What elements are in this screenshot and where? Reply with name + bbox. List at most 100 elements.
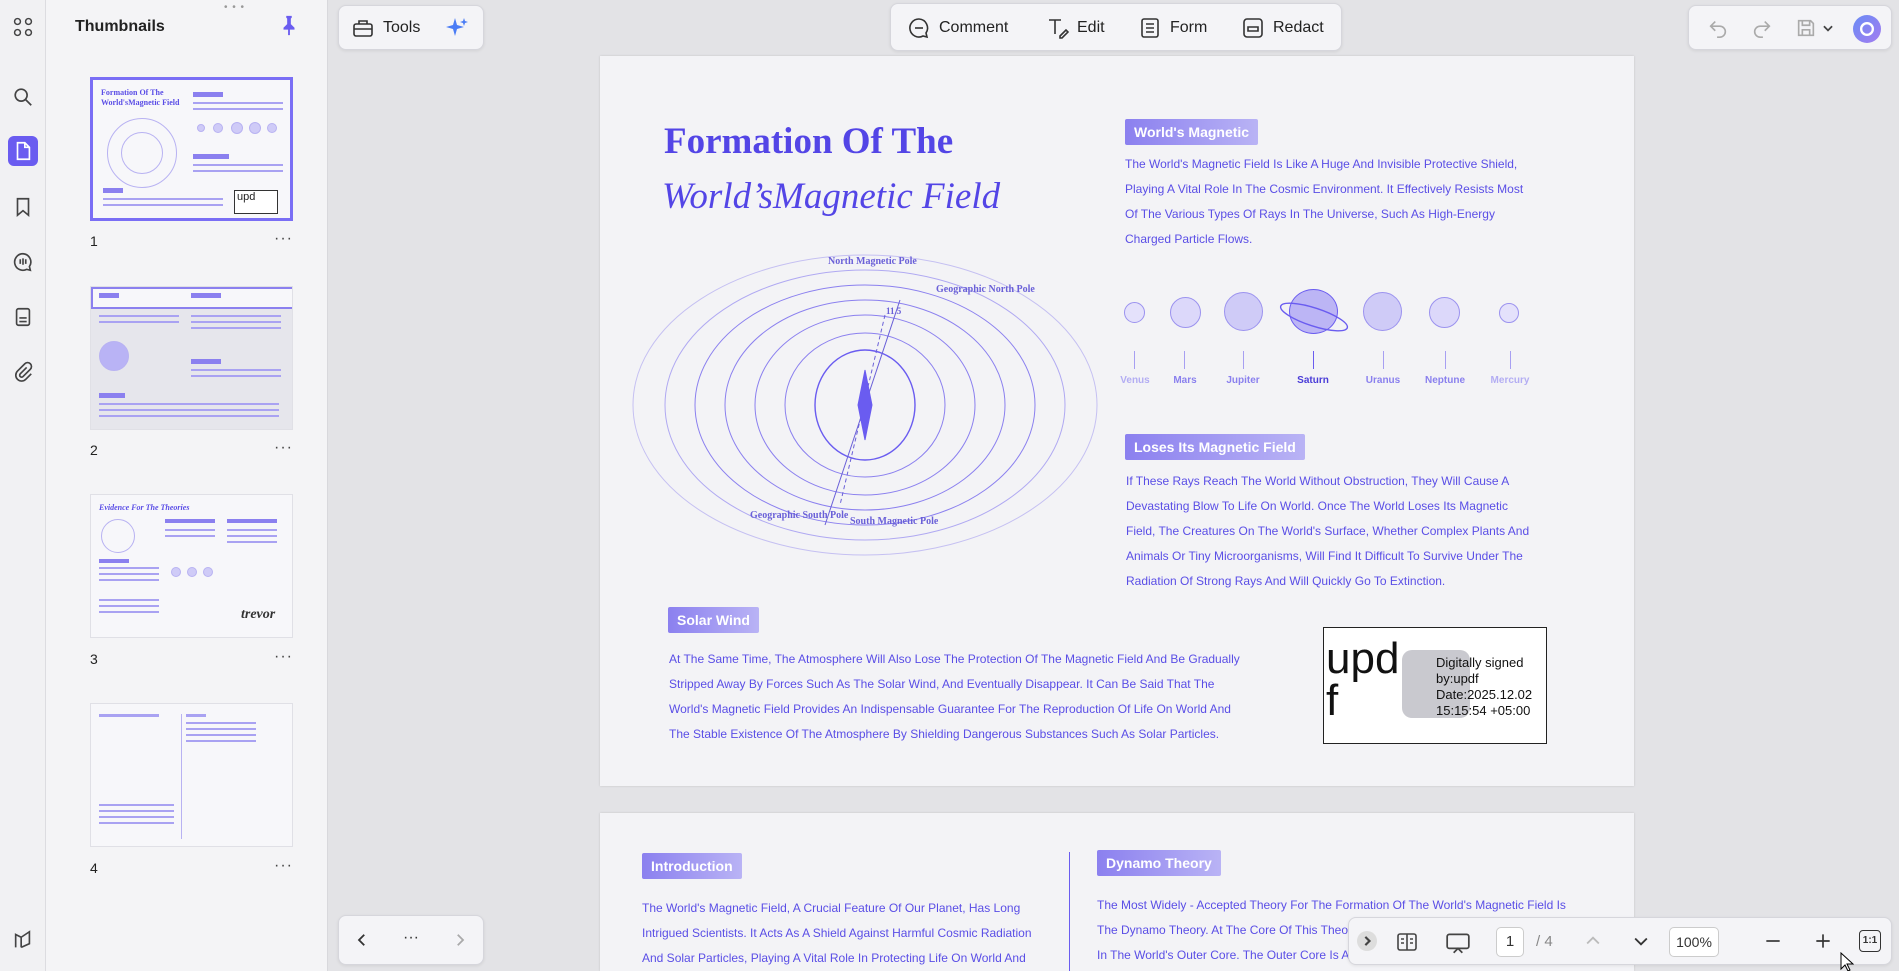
paragraph-introduction: The World's Magnetic Field, A Crucial Fe… <box>642 896 1062 971</box>
chevron-left-icon[interactable] <box>353 931 371 949</box>
planet-neptune <box>1429 297 1460 328</box>
edit-modes-toolbar: Comment Edit Form Redact <box>890 3 1342 51</box>
chevron-right-icon[interactable] <box>451 931 469 949</box>
section-tag-dynamo-theory: Dynamo Theory <box>1097 850 1221 876</box>
comment-label: Comment <box>939 19 1009 36</box>
thumbnail-page-number: 2 <box>90 442 98 458</box>
signature-details: Digitally signed by:updf Date:2025.12.02… <box>1436 655 1533 718</box>
edit-button[interactable]: Edit <box>1045 16 1105 40</box>
thumbnail-nav-more-button[interactable]: ··· <box>403 929 419 947</box>
save-icon[interactable] <box>1795 17 1817 39</box>
thumbnail-page-4[interactable] <box>90 703 293 847</box>
history-toolbar <box>1688 5 1892 50</box>
text-line: The Most Widely - Accepted Theory For Th… <box>1097 898 1566 912</box>
mouse-cursor-icon <box>1840 952 1854 971</box>
total-pages: / 4 <box>1536 933 1553 950</box>
geographic-south-pole-label: Geographic South Pole <box>750 510 849 521</box>
presentation-icon[interactable] <box>1445 930 1471 954</box>
text-line: And Solar Particles, Playing A Vital Rol… <box>642 951 1026 965</box>
apps-grid-icon[interactable] <box>8 12 38 42</box>
planet-label: Neptune <box>1425 375 1465 386</box>
layers-icon[interactable] <box>8 925 38 955</box>
thumbnail-title: Evidence For The Theories <box>99 503 190 512</box>
zoom-in-icon[interactable] <box>1813 931 1833 951</box>
text-line: Stripped Away By Forces Such As The Sola… <box>669 677 1215 691</box>
tools-button[interactable]: Tools <box>351 16 420 40</box>
form-icon <box>1141 18 1159 38</box>
pin-icon[interactable] <box>278 14 300 36</box>
thumbnail-signature: trevor <box>241 607 276 622</box>
saturn-ring <box>1279 302 1349 332</box>
page-zoom-toolbar: 1 / 4 100% 1:1 <box>1348 917 1892 965</box>
thumbnails-page-icon[interactable] <box>8 136 38 166</box>
comments-icon[interactable] <box>8 247 38 277</box>
thumbnail-page-number: 3 <box>90 651 98 667</box>
planet-label: Saturn <box>1297 375 1329 386</box>
section-tag-introduction: Introduction <box>642 853 742 879</box>
thumbnail-page-1[interactable]: Formation Of The World'sMagnetic Field u… <box>90 77 293 221</box>
zoom-out-icon[interactable] <box>1763 931 1783 951</box>
redo-icon[interactable] <box>1751 17 1773 39</box>
planet-venus <box>1124 302 1145 323</box>
section-tag-worlds-magnetic: World's Magnetic <box>1125 119 1259 145</box>
thumbnail-more-button[interactable]: ··· <box>274 439 293 457</box>
section-tag-solar-wind: Solar Wind <box>668 607 759 633</box>
ai-assistant-button[interactable] <box>445 16 469 40</box>
doc-title-line-1: Formation Of The <box>664 121 954 162</box>
text-line: Animals Or Tiny Microorganisms, Will Fin… <box>1126 549 1523 563</box>
text-line: The World's Magnetic Field Is Like A Hug… <box>1125 157 1518 171</box>
digital-signature-field[interactable]: upd f Digitally signed by:updf Date:2025… <box>1323 627 1547 744</box>
actual-size-button[interactable]: 1:1 <box>1859 930 1881 952</box>
thumbnail-more-button[interactable]: ··· <box>274 648 293 666</box>
thumbnail-page-2[interactable] <box>90 286 293 430</box>
search-icon[interactable] <box>8 82 38 112</box>
comment-icon <box>909 18 929 39</box>
comment-button[interactable]: Comment <box>907 16 1008 40</box>
text-line: Devastating Blow To Life On World. Once … <box>1126 499 1508 513</box>
collapse-arrow-icon[interactable] <box>1357 931 1377 951</box>
planet-label: Jupiter <box>1226 375 1260 386</box>
tools-label: Tools <box>383 19 421 36</box>
signature-name: upd f <box>1326 634 1400 725</box>
planet-jupiter <box>1224 292 1263 331</box>
thumbnail-page-3[interactable]: Evidence For The Theories trevor <box>90 494 293 638</box>
thumbnail-more-button[interactable]: ··· <box>274 857 293 875</box>
ai-avatar-icon[interactable] <box>1853 15 1881 43</box>
text-line: Playing A Vital Role In The Cosmic Envir… <box>1125 182 1524 196</box>
undo-icon[interactable] <box>1707 17 1729 39</box>
next-page-icon[interactable] <box>1631 931 1651 951</box>
zoom-level-input[interactable]: 100% <box>1669 927 1719 957</box>
text-line: The Stable Existence Of The Atmosphere B… <box>669 727 1220 741</box>
thumbnail-more-button[interactable]: ··· <box>274 230 293 248</box>
redact-icon <box>1243 18 1263 38</box>
thumbnails-title: Thumbnails <box>75 18 165 35</box>
south-magnetic-pole-label: South Magnetic Pole <box>850 516 939 527</box>
tools-toolbar: Tools <box>338 5 484 50</box>
paragraph-worlds-magnetic: The World's Magnetic Field Is Like A Hug… <box>1125 152 1565 252</box>
angle-label: 11.5 <box>886 306 902 316</box>
planet-mercury <box>1499 303 1519 323</box>
text-line: World's Magnetic Field Provides An Indis… <box>669 702 1231 716</box>
bookmark-icon[interactable] <box>8 192 38 222</box>
planet-label: Uranus <box>1365 375 1401 386</box>
geographic-north-pole-label: Geographic North Pole <box>936 284 1035 295</box>
edit-label: Edit <box>1077 19 1105 36</box>
left-icon-rail <box>0 0 46 971</box>
current-page-input[interactable]: 1 <box>1496 927 1524 957</box>
form-button[interactable]: Form <box>1138 16 1207 40</box>
thumbnail-signature: upd <box>234 190 278 214</box>
form-fields-icon[interactable] <box>8 302 38 332</box>
form-label: Form <box>1170 19 1208 36</box>
text-line: At The Same Time, The Atmosphere Will Al… <box>669 652 1240 666</box>
paragraph-solar-wind: At The Same Time, The Atmosphere Will Al… <box>669 647 1269 747</box>
page-layout-icon[interactable] <box>1395 930 1419 954</box>
redact-button[interactable]: Redact <box>1241 16 1324 40</box>
attachment-icon[interactable] <box>8 357 38 387</box>
chevron-down-icon[interactable] <box>1821 21 1835 35</box>
previous-page-icon[interactable] <box>1583 931 1603 951</box>
panel-drag-grip[interactable]: • • • <box>224 2 245 13</box>
thumbnails-panel: • • • Thumbnails Formation Of The World'… <box>46 0 328 971</box>
planet-label: Mercury <box>1490 375 1530 386</box>
text-line: Field, The Creatures On The World's Surf… <box>1126 524 1530 538</box>
north-magnetic-pole-label: North Magnetic Pole <box>828 256 917 267</box>
